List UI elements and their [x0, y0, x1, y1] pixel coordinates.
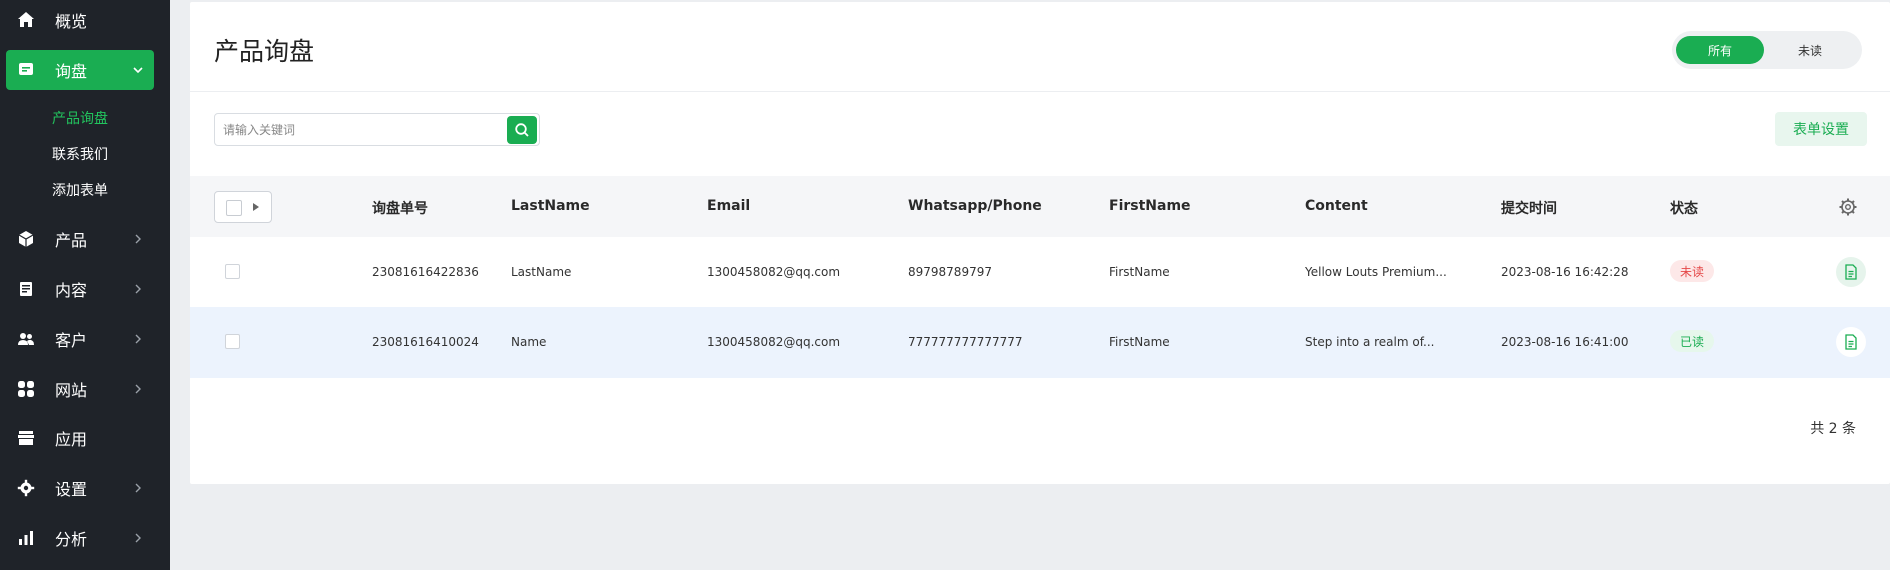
- chevron-down-icon: [133, 67, 143, 74]
- gear-icon: [16, 478, 36, 498]
- cell-time: 2023-08-16 16:41:00: [1501, 335, 1629, 349]
- column-header-id: 询盘单号: [372, 201, 428, 217]
- sidebar-item-label: 内容: [55, 281, 88, 300]
- search-button[interactable]: [507, 116, 537, 144]
- filter-unread-button[interactable]: 未读: [1766, 36, 1854, 64]
- page-title: 产品询盘: [214, 37, 315, 66]
- cell-time: 2023-08-16 16:42:28: [1501, 265, 1629, 279]
- cell-lastname: Name: [511, 335, 547, 349]
- view-detail-button[interactable]: [1836, 327, 1866, 357]
- sidebar-subitem-contact-us[interactable]: 联系我们: [52, 144, 108, 164]
- column-header-lastname: LastName: [511, 198, 590, 214]
- chevron-right-icon: [135, 284, 141, 294]
- cell-phone: 777777777777777: [908, 335, 1023, 349]
- select-all-dropdown[interactable]: [214, 191, 272, 223]
- home-icon: [16, 10, 36, 30]
- document-icon: [1845, 264, 1857, 280]
- sidebar-item-website[interactable]: 网站: [0, 369, 170, 409]
- cell-phone: 89798789797: [908, 265, 992, 279]
- sidebar-item-customers[interactable]: 客户: [0, 319, 170, 359]
- row-checkbox[interactable]: [225, 334, 240, 349]
- sidebar-item-label: 客户: [55, 331, 88, 350]
- cell-content: Yellow Louts Premium...: [1305, 265, 1447, 279]
- cell-email: 1300458082@qq.com: [707, 335, 841, 349]
- column-header-firstname: FirstName: [1109, 198, 1191, 214]
- users-icon: [16, 329, 36, 349]
- total-count: 共 2 条: [1810, 421, 1856, 437]
- status-badge: 已读: [1670, 330, 1715, 352]
- sidebar-item-settings[interactable]: 设置: [0, 468, 170, 508]
- form-settings-button[interactable]: 表单设置: [1775, 112, 1867, 146]
- table-row[interactable]: 23081616410024 Name 1300458082@qq.com 77…: [190, 307, 1890, 378]
- status-badge: 未读: [1670, 260, 1715, 282]
- chevron-right-icon: [135, 384, 141, 394]
- table-header: 询盘单号 LastName Email Whatsapp/Phone First…: [190, 176, 1890, 237]
- document-icon: [1845, 334, 1857, 350]
- column-header-status: 状态: [1670, 201, 1698, 217]
- sidebar-item-analytics[interactable]: 分析: [0, 518, 170, 558]
- caret-right-icon: [253, 203, 259, 211]
- search-icon: [515, 123, 529, 137]
- bar-chart-icon: [16, 528, 36, 548]
- column-header-email: Email: [707, 198, 751, 214]
- sidebar-subitem-add-form[interactable]: 添加表单: [52, 180, 108, 200]
- cell-id: 23081616422836: [372, 265, 479, 279]
- cell-firstname: FirstName: [1109, 335, 1170, 349]
- sidebar-subitem-product-inquiry[interactable]: 产品询盘: [52, 108, 108, 128]
- column-header-time: 提交时间: [1501, 201, 1557, 217]
- sidebar-item-label: 设置: [55, 480, 88, 499]
- sidebar-item-products[interactable]: 产品: [0, 219, 170, 259]
- chevron-right-icon: [135, 483, 141, 493]
- grid-icon: [16, 379, 36, 399]
- cell-id: 23081616410024: [372, 335, 479, 349]
- main-panel: 产品询盘 所有 未读 表单设置 询盘单号 LastName Email What…: [190, 2, 1890, 484]
- cell-lastname: LastName: [511, 265, 572, 279]
- column-header-phone: Whatsapp/Phone: [908, 198, 1042, 214]
- sidebar-item-label: 应用: [55, 430, 88, 449]
- sidebar-item-label: 询盘: [55, 62, 88, 81]
- select-all-checkbox[interactable]: [226, 200, 242, 216]
- column-header-content: Content: [1305, 198, 1368, 214]
- cell-content: Step into a realm of...: [1305, 335, 1435, 349]
- row-checkbox[interactable]: [225, 264, 240, 279]
- sidebar-item-label: 分析: [55, 530, 88, 549]
- sidebar-item-label: 概览: [55, 12, 88, 31]
- sidebar-item-content[interactable]: 内容: [0, 269, 170, 309]
- cell-email: 1300458082@qq.com: [707, 265, 841, 279]
- sidebar-item-label: 网站: [55, 381, 88, 400]
- sidebar-item-apps[interactable]: 应用: [0, 418, 170, 458]
- chevron-right-icon: [135, 234, 141, 244]
- sidebar-item-label: 产品: [55, 231, 88, 250]
- sidebar-item-inquiry[interactable]: 询盘: [6, 50, 154, 90]
- table-row[interactable]: 23081616422836 LastName 1300458082@qq.co…: [190, 237, 1890, 308]
- view-detail-button[interactable]: [1836, 257, 1866, 287]
- divider: [190, 91, 1890, 92]
- filter-all-button[interactable]: 所有: [1676, 36, 1764, 64]
- search-box: [214, 113, 540, 146]
- gear-icon[interactable]: [1838, 197, 1858, 217]
- sidebar: 概览 询盘 产品询盘 联系我们 添加表单 产品 内容 客户 网站 应用 设置 分…: [0, 0, 170, 570]
- box-icon: [16, 229, 36, 249]
- search-input[interactable]: [223, 120, 493, 140]
- chevron-right-icon: [135, 533, 141, 543]
- document-icon: [16, 279, 36, 299]
- chevron-right-icon: [135, 334, 141, 344]
- store-icon: [16, 428, 36, 448]
- read-filter-toggle: 所有 未读: [1672, 31, 1862, 69]
- cell-firstname: FirstName: [1109, 265, 1170, 279]
- sidebar-item-overview[interactable]: 概览: [0, 0, 170, 40]
- message-icon: [16, 60, 36, 80]
